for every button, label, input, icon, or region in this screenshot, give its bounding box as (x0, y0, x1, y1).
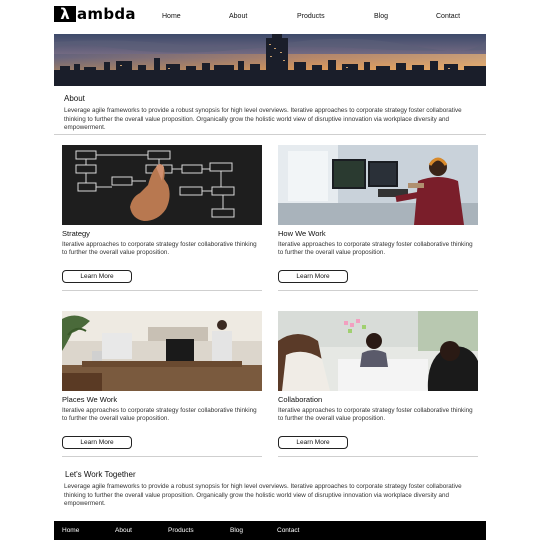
strategy-divider (62, 290, 262, 291)
strategy-card: Strategy Iterative approaches to corpora… (62, 145, 262, 293)
nav-about-link[interactable]: About (229, 13, 247, 20)
hero-image (54, 34, 486, 86)
strategy-learn-more-button[interactable]: Learn More (62, 270, 132, 283)
how-we-work-learn-more-button[interactable]: Learn More (278, 270, 348, 283)
work-together-title: Let's Work Together (65, 470, 136, 479)
places-we-work-title: Places We Work (62, 395, 118, 404)
collaboration-image (278, 311, 478, 391)
places-we-work-text: Iterative approaches to corporate strate… (62, 407, 257, 423)
footer-contact-link[interactable]: Contact (277, 527, 299, 534)
work-together-text: Leverage agile frameworks to provide a r… (64, 483, 462, 507)
collaboration-divider (278, 456, 478, 457)
nav-blog-link[interactable]: Blog (374, 13, 388, 20)
city-skyline-image (54, 34, 486, 86)
how-we-work-title: How We Work (278, 229, 326, 238)
about-divider (54, 134, 486, 135)
how-we-work-card: How We Work Iterative approaches to corp… (278, 145, 478, 293)
nav-home-link[interactable]: Home (162, 13, 181, 20)
office-desks-image (62, 311, 262, 391)
flowchart-hand-image (62, 145, 262, 225)
nav-contact-link[interactable]: Contact (436, 13, 460, 20)
about-text: Leverage agile frameworks to provide a r… (64, 107, 462, 131)
strategy-title: Strategy (62, 229, 90, 238)
woman-at-desk-image (278, 145, 478, 225)
footer-about-link[interactable]: About (115, 527, 132, 534)
strategy-image (62, 145, 262, 225)
strategy-text: Iterative approaches to corporate strate… (62, 241, 257, 257)
how-we-work-text: Iterative approaches to corporate strate… (278, 241, 473, 257)
footer-products-link[interactable]: Products (168, 527, 194, 534)
places-we-work-card: Places We Work Iterative approaches to c… (62, 311, 262, 459)
places-we-work-image (62, 311, 262, 391)
nav-products-link[interactable]: Products (297, 13, 325, 20)
collaboration-title: Collaboration (278, 395, 323, 404)
work-together-section: Let's Work Together Leverage agile frame… (54, 470, 486, 509)
page: λ ambda Home About Products Blog Contact (54, 0, 486, 540)
about-title: About (64, 94, 85, 103)
footer-home-link[interactable]: Home (62, 527, 79, 534)
footer-blog-link[interactable]: Blog (230, 527, 243, 534)
how-we-work-divider (278, 290, 478, 291)
collaboration-text: Iterative approaches to corporate strate… (278, 407, 473, 423)
header: λ ambda Home About Products Blog Contact (54, 0, 486, 34)
about-section: About Leverage agile frameworks to provi… (54, 90, 486, 133)
places-we-work-divider (62, 456, 262, 457)
footer: Home About Products Blog Contact (54, 521, 486, 540)
places-we-work-learn-more-button[interactable]: Learn More (62, 436, 132, 449)
collaboration-card: Collaboration Iterative approaches to co… (278, 311, 478, 459)
collaboration-learn-more-button[interactable]: Learn More (278, 436, 348, 449)
how-we-work-image (278, 145, 478, 225)
top-nav: Home About Products Blog Contact (54, 13, 486, 25)
meeting-people-image (278, 311, 478, 391)
